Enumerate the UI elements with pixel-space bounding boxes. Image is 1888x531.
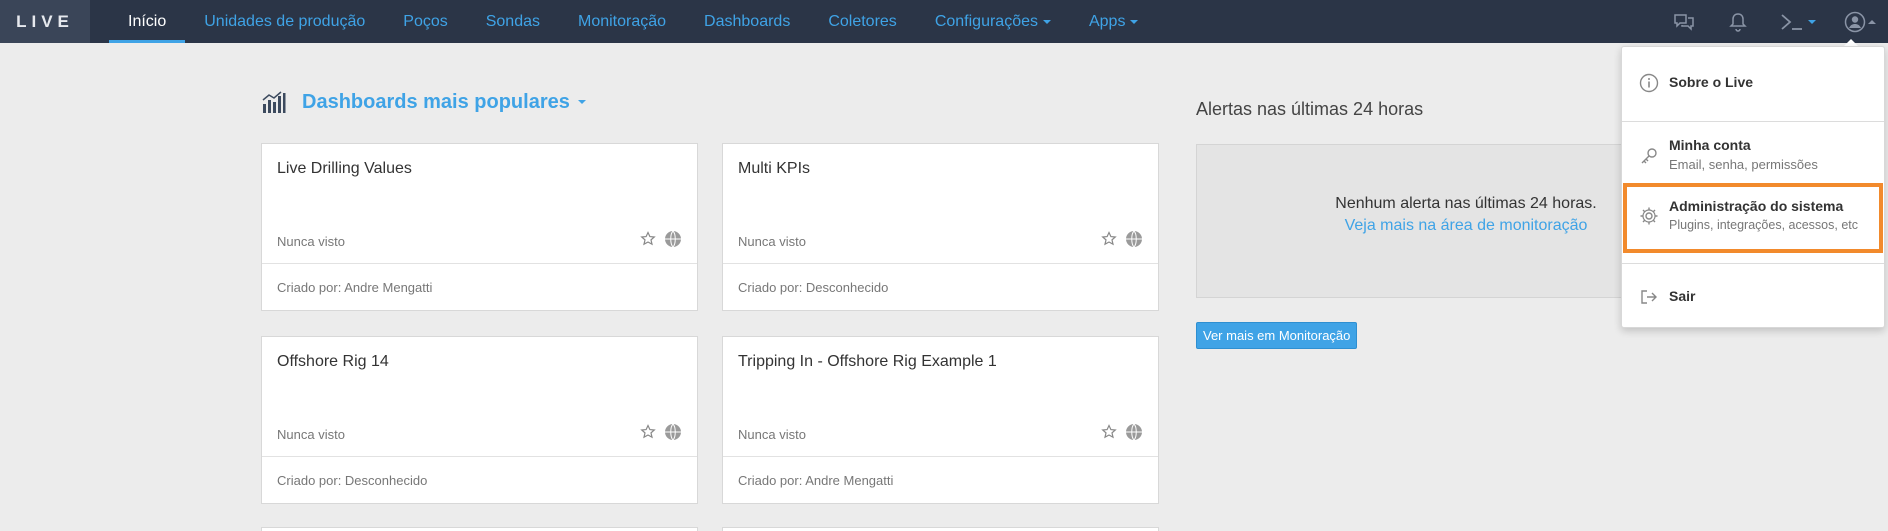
main-nav: Início Unidades de produção Poços Sondas… <box>109 0 1157 43</box>
divider <box>723 456 1158 457</box>
menu-item-description: Plugins, integrações, acessos, etc <box>1669 218 1858 232</box>
chevron-down-icon <box>577 100 586 104</box>
card-status: Nunca visto <box>277 427 345 442</box>
top-icons <box>1672 0 1888 43</box>
star-icon[interactable] <box>640 424 656 440</box>
divider <box>262 263 697 264</box>
chevron-down-icon <box>1042 19 1051 24</box>
alerts-monitoring-link[interactable]: Veja mais na área de monitoração <box>1281 217 1651 235</box>
app-logo[interactable]: LIVE <box>0 0 90 43</box>
dashboard-card[interactable]: Tripping In - Offshore Rig Example 1 Nun… <box>722 336 1159 504</box>
menu-item-label: Sobre o Live <box>1669 74 1754 90</box>
globe-icon[interactable] <box>1125 423 1143 441</box>
alerts-title: Alertas nas últimas 24 horas <box>1196 99 1424 119</box>
gear-icon <box>1639 206 1659 226</box>
nav-item-unidades[interactable]: Unidades de produção <box>185 0 384 43</box>
card-title[interactable]: Tripping In - Offshore Rig Example 1 <box>738 353 997 371</box>
user-dropdown-menu: Sobre o Live Minha conta Email, senha, p… <box>1621 46 1885 328</box>
nav-item-monitoracao[interactable]: Monitoração <box>559 0 685 43</box>
card-status: Nunca visto <box>738 234 806 249</box>
nav-item-apps[interactable]: Apps <box>1070 0 1157 43</box>
menu-item-label: Administração do sistema <box>1669 198 1844 214</box>
nav-item-pocos[interactable]: Poços <box>384 0 466 43</box>
star-icon[interactable] <box>640 231 656 247</box>
divider <box>723 263 1158 264</box>
dashboard-card[interactable]: Offshore Rig 14 Nunca visto Criado por: … <box>261 336 698 504</box>
sign-out-icon <box>1639 287 1659 307</box>
menu-item-system-admin[interactable]: Administração do sistema Plugins, integr… <box>1622 184 1884 254</box>
menu-item-label: Sair <box>1669 288 1696 304</box>
dashboard-card[interactable]: Live Drilling Values Nunca visto Criado … <box>261 143 698 311</box>
chat-icon[interactable] <box>1672 10 1696 34</box>
star-icon[interactable] <box>1101 424 1117 440</box>
key-icon <box>1639 146 1659 166</box>
nav-label: Início <box>128 12 167 30</box>
nav-label: Configurações <box>934 12 1038 30</box>
nav-item-configuracoes[interactable]: Configurações <box>916 0 1070 43</box>
nav-item-coletores[interactable]: Coletores <box>809 0 915 43</box>
alerts-panel: Nenhum alerta nas últimas 24 horas. Veja… <box>1196 144 1666 298</box>
menu-item-logout[interactable]: Sair <box>1622 264 1884 328</box>
card-title[interactable]: Live Drilling Values <box>277 160 412 178</box>
logo-text: LIVE <box>16 11 74 31</box>
card-status: Nunca visto <box>738 427 806 442</box>
bell-icon[interactable] <box>1726 10 1750 34</box>
globe-icon[interactable] <box>664 423 682 441</box>
top-navbar: LIVE Início Unidades de produção Poços S… <box>0 0 1888 43</box>
globe-icon[interactable] <box>1125 230 1143 248</box>
dashboard-card-partial[interactable] <box>722 527 1159 531</box>
card-title[interactable]: Multi KPIs <box>738 160 810 178</box>
card-status: Nunca visto <box>277 234 345 249</box>
user-icon[interactable] <box>1840 10 1880 34</box>
nav-label: Poços <box>403 12 448 30</box>
divider <box>262 456 697 457</box>
menu-item-description: Email, senha, permissões <box>1669 157 1818 172</box>
nav-label: Dashboards <box>704 12 791 30</box>
alerts-empty-text: Nenhum alerta nas últimas 24 horas. <box>1335 195 1597 212</box>
star-icon[interactable] <box>1101 231 1117 247</box>
nav-label: Monitoração <box>578 12 667 30</box>
globe-icon[interactable] <box>664 230 682 248</box>
menu-item-my-account[interactable]: Minha conta Email, senha, permissões <box>1622 122 1884 184</box>
nav-item-dashboards[interactable]: Dashboards <box>685 0 809 43</box>
nav-label: Sondas <box>485 12 540 30</box>
card-author: Criado por: Desconhecido <box>738 280 889 295</box>
nav-label: Coletores <box>828 12 897 30</box>
card-author: Criado por: Andre Mengatti <box>277 280 433 295</box>
menu-item-label: Minha conta <box>1669 137 1751 153</box>
nav-item-inicio[interactable]: Início <box>109 0 186 43</box>
menu-item-about[interactable]: Sobre o Live <box>1622 47 1884 121</box>
chevron-down-icon <box>1808 19 1816 24</box>
nav-label: Apps <box>1088 12 1126 30</box>
dashboard-card-partial[interactable] <box>261 527 698 531</box>
bar-chart-icon <box>262 90 286 114</box>
terminal-icon[interactable] <box>1778 10 1818 34</box>
chevron-up-icon <box>1868 19 1876 24</box>
card-title[interactable]: Offshore Rig 14 <box>277 353 389 371</box>
card-author: Criado por: Desconhecido <box>277 473 428 488</box>
card-author: Criado por: Andre Mengatti <box>738 473 894 488</box>
info-icon <box>1639 73 1659 93</box>
section-title-text: Dashboards mais populares <box>302 90 570 113</box>
view-monitoring-button[interactable]: Ver mais em Monitoração <box>1196 322 1358 349</box>
chevron-down-icon <box>1130 19 1139 24</box>
dashboards-section-title[interactable]: Dashboards mais populares <box>262 90 586 114</box>
nav-label: Unidades de produção <box>204 12 366 30</box>
dashboard-card[interactable]: Multi KPIs Nunca visto Criado por: Desco… <box>722 143 1159 311</box>
nav-item-sondas[interactable]: Sondas <box>467 0 559 43</box>
